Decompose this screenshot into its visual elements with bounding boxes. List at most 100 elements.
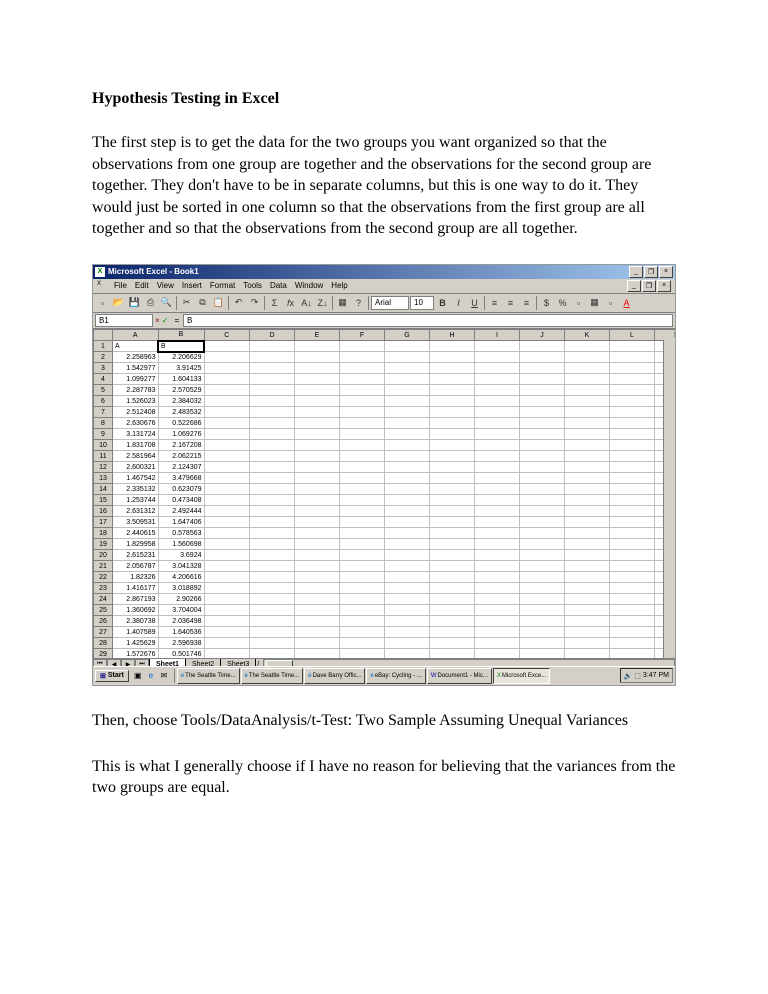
cell[interactable]: [295, 506, 340, 517]
cell[interactable]: [250, 396, 295, 407]
paste-icon[interactable]: 📋: [211, 295, 226, 310]
cell[interactable]: [340, 451, 385, 462]
cell[interactable]: [430, 572, 475, 583]
cell[interactable]: [610, 341, 655, 352]
row-header[interactable]: 19: [94, 539, 113, 550]
cell[interactable]: [430, 539, 475, 550]
cell[interactable]: 2.90266: [158, 594, 204, 605]
cell[interactable]: [520, 561, 565, 572]
cell[interactable]: [610, 396, 655, 407]
cell[interactable]: [385, 539, 430, 550]
doc-maximize-button[interactable]: ❐: [642, 280, 656, 292]
cell[interactable]: [475, 517, 520, 528]
cell[interactable]: [204, 572, 250, 583]
cell[interactable]: [430, 462, 475, 473]
cancel-icon[interactable]: ×: [155, 316, 160, 325]
align-left-icon[interactable]: ≡: [487, 295, 502, 310]
cell[interactable]: [340, 352, 385, 363]
cell[interactable]: 2.062215: [158, 451, 204, 462]
cell[interactable]: 2.056787: [113, 561, 159, 572]
cell[interactable]: [610, 583, 655, 594]
cell[interactable]: [610, 572, 655, 583]
cell[interactable]: [385, 627, 430, 638]
cell[interactable]: [295, 572, 340, 583]
cell[interactable]: 2.287783: [113, 385, 159, 396]
cell[interactable]: [430, 506, 475, 517]
cell[interactable]: [250, 539, 295, 550]
cell[interactable]: [385, 484, 430, 495]
cell[interactable]: [520, 616, 565, 627]
cell[interactable]: [520, 517, 565, 528]
cell[interactable]: [204, 385, 250, 396]
cell[interactable]: [250, 418, 295, 429]
row-header[interactable]: 13: [94, 473, 113, 484]
cell[interactable]: [475, 484, 520, 495]
cell[interactable]: [565, 583, 610, 594]
cell[interactable]: [475, 429, 520, 440]
cell[interactable]: [295, 396, 340, 407]
cell[interactable]: [250, 506, 295, 517]
cell[interactable]: 1.542977: [113, 363, 159, 374]
cell[interactable]: [340, 528, 385, 539]
cell[interactable]: [340, 407, 385, 418]
sort-asc-icon[interactable]: A↓: [299, 295, 314, 310]
print-icon[interactable]: ⎙: [143, 295, 158, 310]
cell[interactable]: 3.704004: [158, 605, 204, 616]
cell[interactable]: [475, 385, 520, 396]
cell[interactable]: [430, 517, 475, 528]
cell[interactable]: 1.647406: [158, 517, 204, 528]
cell[interactable]: [250, 517, 295, 528]
cell[interactable]: [385, 517, 430, 528]
cell[interactable]: 2.206629: [158, 352, 204, 363]
cell[interactable]: [204, 341, 250, 352]
cell[interactable]: [204, 396, 250, 407]
cell[interactable]: [610, 418, 655, 429]
cell[interactable]: 1.360692: [113, 605, 159, 616]
cell[interactable]: [295, 484, 340, 495]
chart-icon[interactable]: ▦: [335, 295, 350, 310]
cell[interactable]: [475, 374, 520, 385]
fill-icon[interactable]: ▫: [603, 295, 618, 310]
cell[interactable]: [340, 363, 385, 374]
cell[interactable]: [250, 627, 295, 638]
row-header[interactable]: 1: [94, 341, 113, 352]
menu-file[interactable]: File: [114, 281, 127, 290]
row-header[interactable]: 26: [94, 616, 113, 627]
merge-icon[interactable]: ▫: [571, 295, 586, 310]
cell[interactable]: A: [113, 341, 159, 352]
col-header[interactable]: D: [250, 329, 295, 341]
cell[interactable]: [475, 594, 520, 605]
cell[interactable]: [204, 627, 250, 638]
cell[interactable]: [340, 484, 385, 495]
cell[interactable]: [295, 462, 340, 473]
row-header[interactable]: 3: [94, 363, 113, 374]
row-header[interactable]: 7: [94, 407, 113, 418]
cell[interactable]: 2.483532: [158, 407, 204, 418]
cell[interactable]: [250, 484, 295, 495]
cell[interactable]: 1.099277: [113, 374, 159, 385]
row-header[interactable]: 24: [94, 594, 113, 605]
cell[interactable]: [520, 627, 565, 638]
start-button[interactable]: ⊞ Start: [95, 670, 129, 682]
cell[interactable]: [430, 561, 475, 572]
cell[interactable]: [475, 396, 520, 407]
cell[interactable]: 2.630676: [113, 418, 159, 429]
cell[interactable]: [520, 451, 565, 462]
cell[interactable]: [295, 385, 340, 396]
cell[interactable]: [340, 429, 385, 440]
outlook-icon[interactable]: ✉: [158, 670, 170, 682]
cell[interactable]: [565, 473, 610, 484]
cell[interactable]: [385, 583, 430, 594]
cell[interactable]: [610, 539, 655, 550]
font-color-icon[interactable]: A: [619, 295, 634, 310]
cell[interactable]: [295, 440, 340, 451]
cell[interactable]: [204, 528, 250, 539]
cell[interactable]: [475, 539, 520, 550]
cell[interactable]: [565, 396, 610, 407]
cell[interactable]: [340, 495, 385, 506]
cell[interactable]: [520, 550, 565, 561]
cell[interactable]: 2.384032: [158, 396, 204, 407]
preview-icon[interactable]: 🔍: [159, 295, 174, 310]
cell[interactable]: [204, 363, 250, 374]
cell[interactable]: [295, 418, 340, 429]
